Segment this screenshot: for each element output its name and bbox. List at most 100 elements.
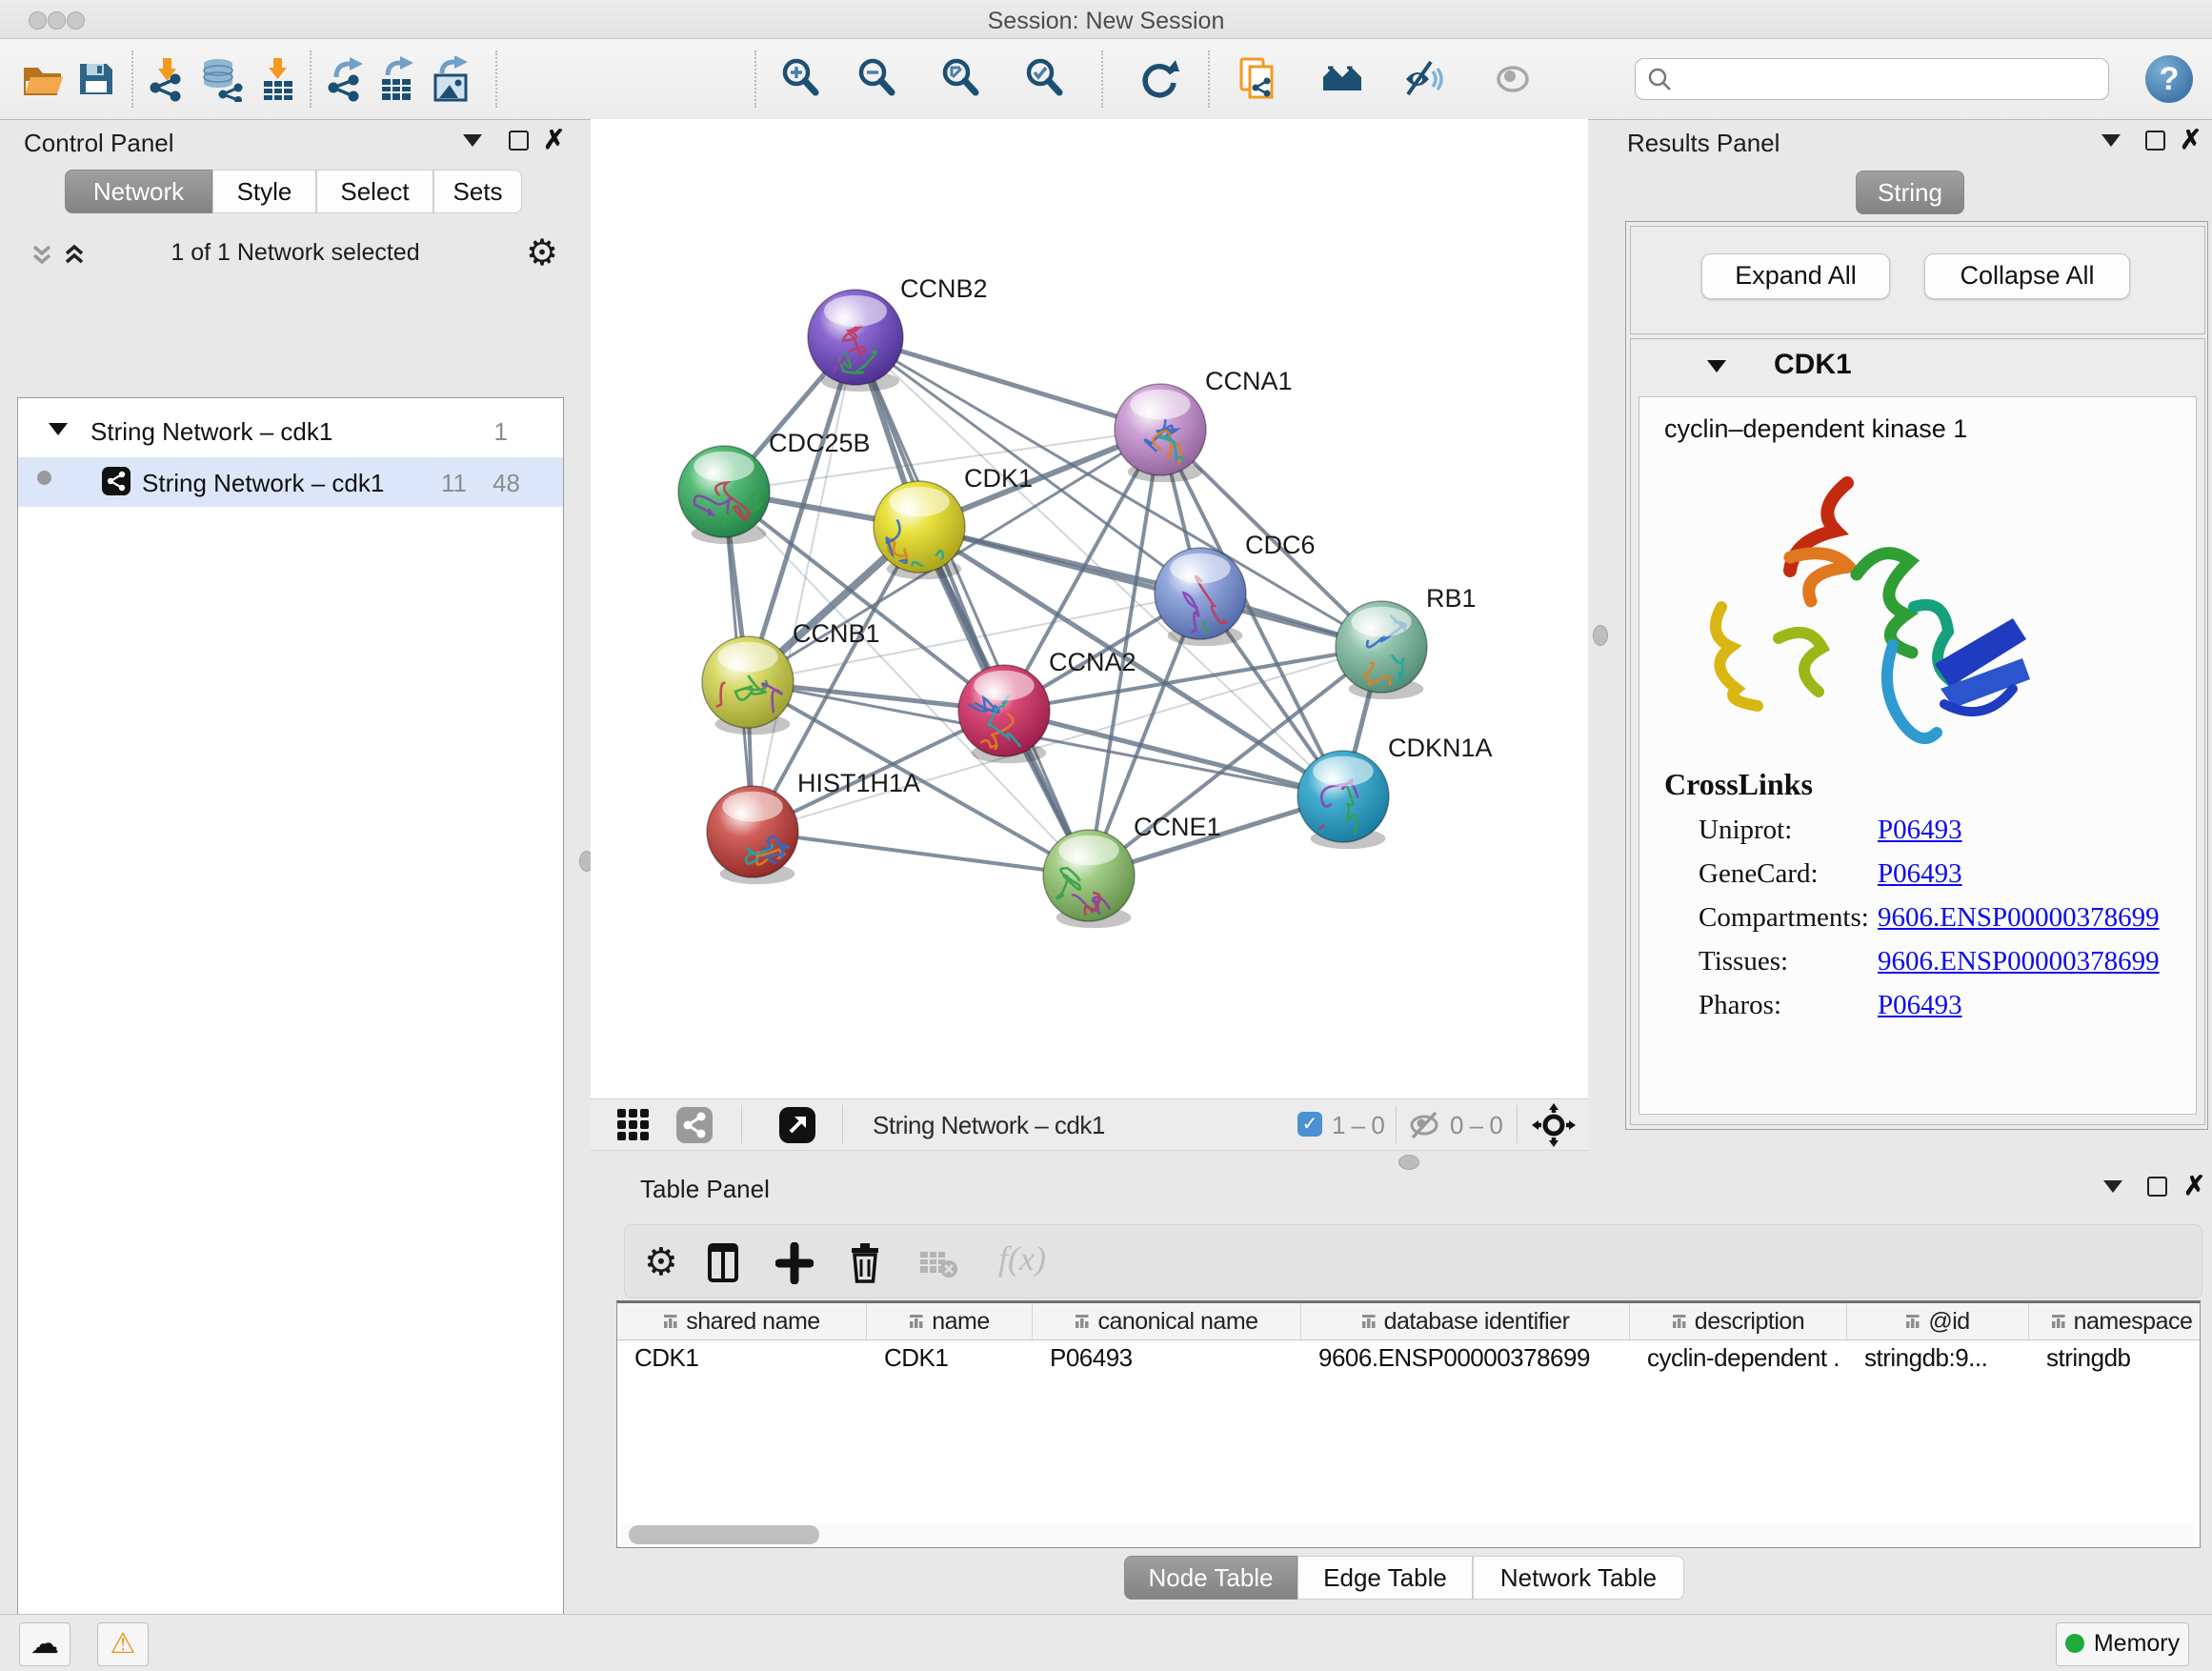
column-header-shared-name[interactable]: shared name (617, 1303, 867, 1339)
network-node-CDC25B[interactable]: CDC25B (678, 429, 871, 544)
results-panel-menu-icon[interactable] (2101, 134, 2121, 147)
search-field[interactable] (1635, 58, 2109, 100)
network-edge-count: 48 (493, 469, 520, 498)
crosslink-value-link[interactable]: 9606.ENSP00000378699 (1878, 946, 2160, 977)
table-gear-icon[interactable]: ⚙ (644, 1240, 678, 1284)
crosslink-value-link[interactable]: P06493 (1878, 815, 1962, 846)
cloud-icon: ☁ (30, 1628, 59, 1660)
search-input[interactable] (1672, 65, 2085, 93)
network-node-HIST1H1A[interactable]: HIST1H1A (707, 769, 920, 887)
detach-view-button[interactable] (777, 1105, 817, 1145)
open-session-button[interactable] (21, 56, 65, 102)
selected-checkbox-icon[interactable]: ✓ (1297, 1112, 1322, 1137)
scrollbar-thumb[interactable] (629, 1525, 819, 1544)
right-splitter-handle[interactable] (1593, 625, 1608, 646)
tab-network[interactable]: Network (65, 170, 212, 213)
control-panel-close-icon[interactable]: ✗ (543, 131, 565, 150)
column-header-description[interactable]: description (1630, 1303, 1847, 1339)
zoom-out-button[interactable] (855, 56, 899, 102)
network-canvas[interactable]: CCNB2CCNA1CDC25BCDK1CDC6RB1CCNB1CCNA2CDK… (591, 119, 1588, 1098)
network-node-RB1[interactable]: RB1 (1336, 584, 1477, 706)
clone-network-button[interactable] (1237, 56, 1280, 102)
collapse-all-networks-icon[interactable] (29, 241, 55, 268)
cloud-status-button[interactable]: ☁ (19, 1622, 70, 1666)
add-column-icon[interactable] (775, 1242, 814, 1284)
table-cell[interactable]: P06493 (1050, 1343, 1296, 1378)
control-panel: Control Panel ✗ Network Style Select Set… (0, 119, 583, 1614)
show-columns-icon[interactable] (705, 1242, 743, 1284)
refresh-button[interactable] (1137, 56, 1181, 102)
table-cell[interactable]: CDK1 (634, 1343, 861, 1378)
results-panel-body: Expand All Collapse All CDK1 cyclin–depe… (1625, 221, 2208, 1130)
table-cell[interactable]: cyclin-dependent ... (1647, 1343, 1841, 1378)
tab-style[interactable]: Style (212, 170, 316, 213)
network-graph[interactable]: CCNB2CCNA1CDC25BCDK1CDC6RB1CCNB1CCNA2CDK… (591, 119, 1588, 1098)
crosslink-value-link[interactable]: P06493 (1878, 990, 1962, 1021)
table-cell[interactable]: stringdb (2046, 1343, 2209, 1378)
crosslink-value-link[interactable]: P06493 (1878, 858, 1962, 890)
save-session-button[interactable] (74, 56, 118, 102)
results-panel-float-icon[interactable] (2145, 131, 2165, 151)
table-horizontal-scrollbar[interactable] (621, 1524, 2193, 1545)
tab-node-table[interactable]: Node Table (1124, 1556, 1297, 1600)
column-header--id[interactable]: @id (1847, 1303, 2029, 1339)
pan-crosshair-icon[interactable] (1532, 1103, 1576, 1147)
delete-column-trash-icon[interactable] (846, 1240, 884, 1284)
column-sort-icon (663, 1314, 678, 1329)
import-network-button[interactable] (147, 56, 191, 102)
control-panel-float-icon[interactable] (509, 131, 529, 151)
network-node-CDKN1A[interactable]: CDKN1A (1246, 734, 1493, 849)
crosslink-row: Uniprot:P06493 (1699, 815, 2175, 858)
network-options-gear-icon[interactable]: ⚙ (526, 232, 558, 274)
zoom-selected-button[interactable] (1023, 56, 1067, 102)
column-header-namespace[interactable]: namespace (2029, 1303, 2212, 1339)
export-table-button[interactable] (374, 56, 418, 102)
column-sort-icon (1672, 1314, 1687, 1329)
section-collapse-icon[interactable] (1707, 360, 1726, 372)
tab-select[interactable]: Select (316, 170, 433, 213)
table-panel-float-icon[interactable] (2147, 1177, 2167, 1197)
toolbar-separator (495, 50, 497, 108)
help-button[interactable]: ? (2145, 55, 2193, 103)
table-cell[interactable]: 9606.ENSP00000378699 (1318, 1343, 1624, 1378)
column-header-database-identifier[interactable]: database identifier (1301, 1303, 1630, 1339)
zoom-in-button[interactable] (779, 56, 823, 102)
network-node-CCNB1[interactable]: CCNB1 (696, 619, 880, 750)
zoom-fit-button[interactable] (939, 56, 983, 102)
tab-network-table[interactable]: Network Table (1473, 1556, 1684, 1600)
control-panel-menu-icon[interactable] (463, 134, 482, 147)
table-panel-close-icon[interactable]: ✗ (2183, 1177, 2205, 1196)
column-header-name[interactable]: name (867, 1303, 1033, 1339)
table-panel-menu-icon[interactable] (2103, 1180, 2122, 1193)
home-networks-button[interactable] (1320, 56, 1364, 102)
crosslink-value-link[interactable]: 9606.ENSP00000378699 (1878, 902, 2160, 934)
hide-selected-eye-icon-button[interactable] (1404, 56, 1448, 102)
results-panel-close-icon[interactable]: ✗ (2180, 131, 2202, 150)
export-network-button[interactable] (325, 56, 369, 102)
expand-all-networks-icon[interactable] (61, 241, 88, 268)
network-row-selected[interactable]: String Network – cdk1 11 48 (18, 457, 563, 507)
collection-label: String Network – cdk1 (90, 417, 332, 447)
hidden-eye-slash-icon[interactable] (1408, 1109, 1442, 1141)
crosslinks-list: Uniprot:P06493GeneCard:P06493Compartment… (1699, 815, 2175, 1034)
export-image-button[interactable] (429, 56, 473, 102)
warnings-button[interactable]: ⚠ (97, 1622, 149, 1666)
network-collection-row[interactable]: String Network – cdk1 1 (18, 408, 563, 457)
import-table-button[interactable] (256, 56, 300, 102)
tab-string[interactable]: String (1856, 171, 1964, 214)
import-network-from-database-button[interactable] (199, 56, 243, 102)
table-cell[interactable]: stringdb:9... (1864, 1343, 2023, 1378)
column-header-canonical-name[interactable]: canonical name (1033, 1303, 1301, 1339)
collection-expand-icon[interactable] (49, 423, 68, 435)
table-header-row: shared namenamecanonical namedatabase id… (617, 1303, 2200, 1340)
expand-all-button[interactable]: Expand All (1701, 253, 1890, 299)
table-cell[interactable]: CDK1 (884, 1343, 1027, 1378)
grid-view-button[interactable] (613, 1105, 654, 1145)
results-buttons-box: Expand All Collapse All (1630, 226, 2205, 334)
collapse-all-button[interactable]: Collapse All (1924, 253, 2130, 299)
tab-sets[interactable]: Sets (433, 170, 522, 213)
network-view-button[interactable] (674, 1105, 714, 1145)
tab-edge-table[interactable]: Edge Table (1297, 1556, 1473, 1600)
show-all-eye-icon-button[interactable] (1494, 56, 1538, 102)
memory-button[interactable]: Memory (2056, 1622, 2189, 1666)
